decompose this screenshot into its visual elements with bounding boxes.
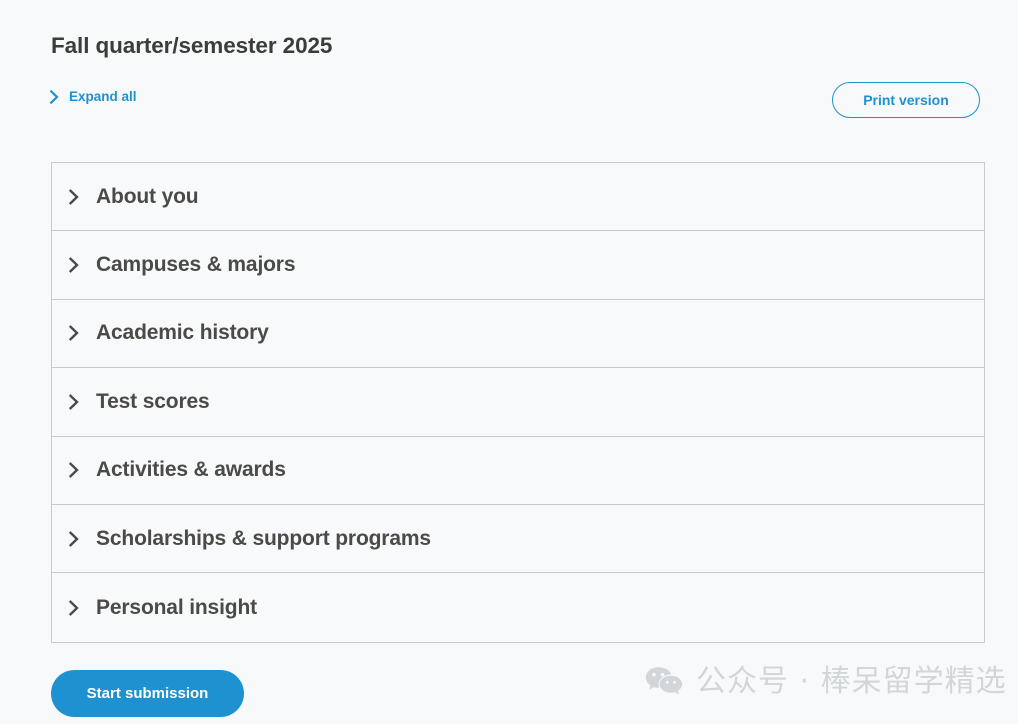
page-title: Fall quarter/semester 2025 — [51, 33, 333, 58]
accordion-section-label: Test scores — [96, 389, 210, 413]
accordion-section-campuses-majors[interactable]: Campuses & majors — [52, 231, 984, 300]
accordion-section-activities-awards[interactable]: Activities & awards — [52, 436, 984, 505]
accordion-section-label: Scholarships & support programs — [96, 526, 431, 550]
chevron-right-icon — [68, 257, 81, 273]
accordion-section-scholarships-support-programs[interactable]: Scholarships & support programs — [52, 504, 984, 574]
start-submission-button[interactable]: Start submission — [51, 670, 244, 717]
expand-all-label: Expand all — [69, 89, 137, 104]
accordion-section-personal-insight[interactable]: Personal insight — [52, 573, 984, 642]
chevron-right-icon — [68, 325, 81, 342]
watermark-text: 公众号 · 棒呆留学精选 — [696, 664, 1007, 699]
chevron-right-icon — [68, 462, 81, 479]
chevron-right-icon — [68, 393, 81, 410]
accordion-section-academic-history[interactable]: Academic history — [52, 299, 984, 369]
application-page: Fall quarter/semester 2025 Expand all Pr… — [0, 0, 1018, 724]
application-sections-accordion: About you Campuses & majors Academic his… — [51, 162, 985, 643]
accordion-section-label: Campuses & majors — [96, 253, 296, 277]
chevron-right-icon — [68, 599, 81, 616]
chevron-right-icon — [68, 530, 81, 547]
expand-all-link[interactable]: Expand all — [49, 88, 137, 106]
chevron-right-icon — [49, 89, 61, 105]
accordion-section-label: About you — [96, 184, 199, 208]
print-version-button[interactable]: Print version — [832, 82, 980, 118]
accordion-section-test-scores[interactable]: Test scores — [52, 368, 984, 437]
chevron-right-icon — [68, 188, 81, 205]
accordion-section-label: Activities & awards — [96, 458, 286, 482]
wechat-logo-icon — [645, 666, 683, 699]
accordion-section-about-you[interactable]: About you — [52, 163, 984, 232]
accordion-section-label: Personal insight — [96, 595, 257, 619]
accordion-section-label: Academic history — [96, 321, 269, 345]
watermark: 公众号 · 棒呆留学精选 — [645, 663, 1007, 701]
